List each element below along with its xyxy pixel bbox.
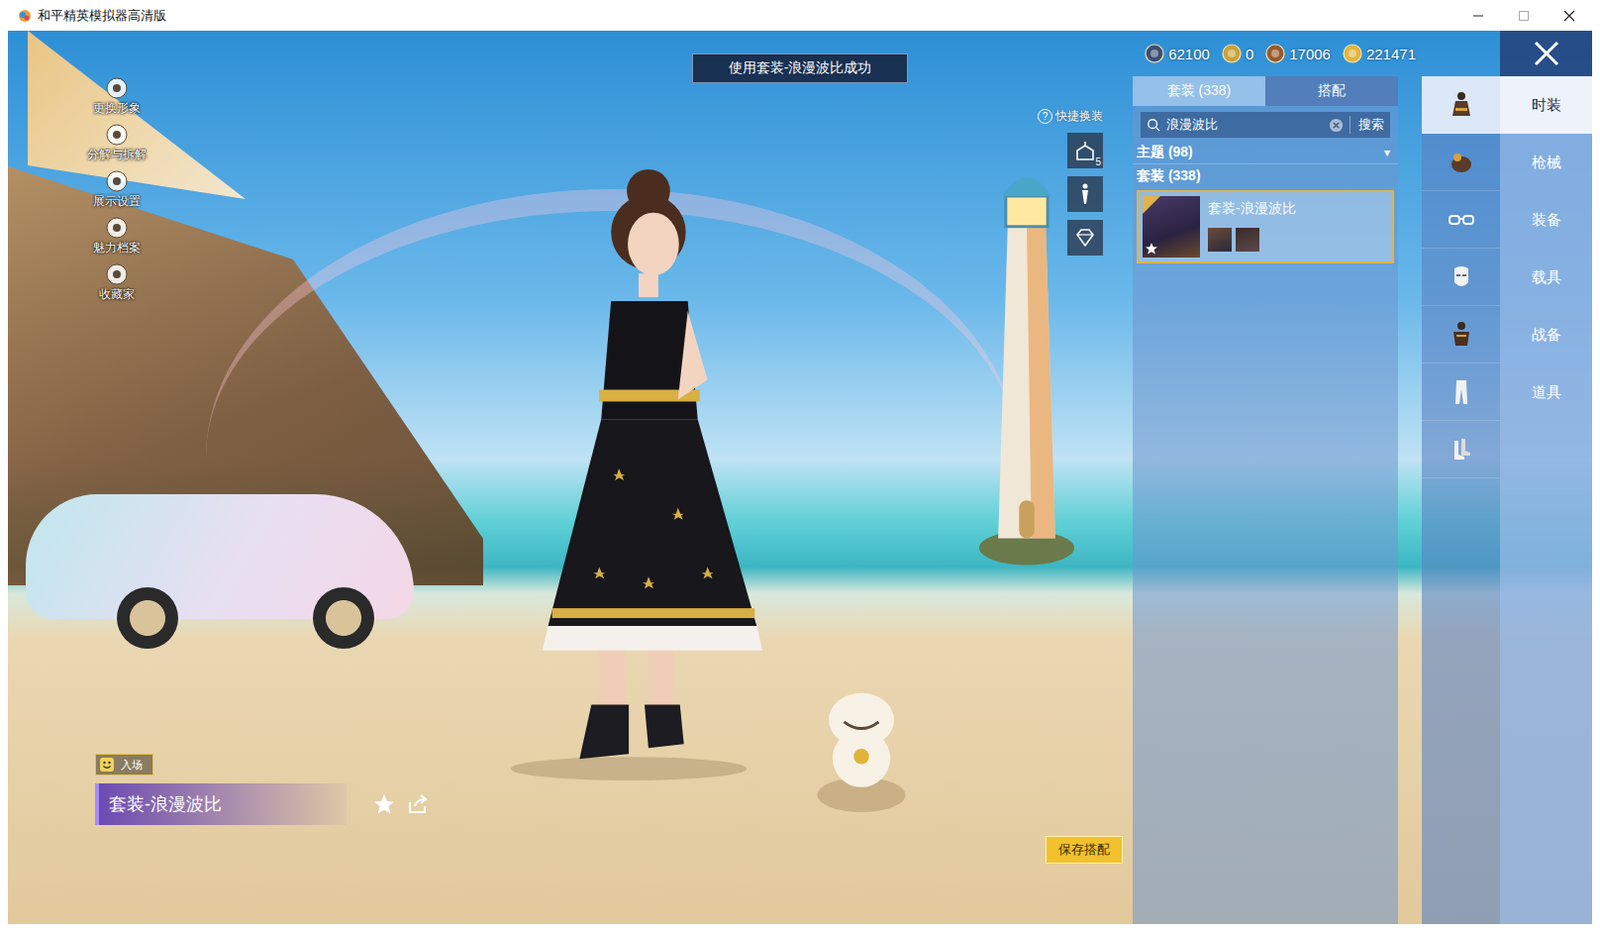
category-item[interactable] [1421, 305, 1500, 364]
currency: 0 [1221, 43, 1254, 64]
category-item[interactable] [1421, 133, 1500, 192]
coin-icon [1342, 43, 1363, 64]
quick-dress-badge: 5 [1095, 156, 1101, 168]
smile-icon [99, 756, 115, 773]
app-window: 和平精英模拟器高清版更换形象分解与拆解展示设置魅力档案收藏家 使用套装-浪漫波比成… [0, 0, 1600, 930]
clear-icon[interactable] [1328, 117, 1344, 133]
panel-tab[interactable]: 套装 (338) [1132, 76, 1266, 106]
star-icon[interactable] [372, 792, 397, 816]
stage: 更换形象分解与拆解展示设置魅力档案收藏家 使用套装-浪漫波比成功 ?快捷换装5 入场套… [7, 30, 1133, 924]
main-tab[interactable]: 时装 [1500, 76, 1593, 134]
menu-item[interactable]: 展示设置 [85, 169, 149, 210]
title-bar: 和平精英模拟器高清版 [7, 0, 1593, 31]
close-window-icon[interactable] [1546, 0, 1593, 31]
search-field[interactable]: 浪漫波比搜索 [1140, 111, 1391, 138]
pants-icon [1446, 377, 1477, 407]
category-item[interactable] [1421, 248, 1500, 306]
main-tabs: 时装枪械装备载具战备道具 [1500, 76, 1593, 924]
category-item[interactable] [1421, 420, 1500, 479]
item-thumbnail [1235, 227, 1260, 252]
category-item[interactable] [1421, 363, 1500, 421]
window-bottom-edge [7, 923, 1593, 930]
share-icon[interactable] [405, 792, 430, 816]
quick-dress: ?快捷换装5 [1037, 107, 1103, 256]
shoes-icon [1446, 434, 1477, 465]
star-icon [1144, 241, 1159, 256]
left-menu: 更换形象分解与拆解展示设置魅力档案收藏家 [85, 76, 149, 303]
menu-item-icon [104, 262, 129, 287]
main-tab[interactable]: 道具 [1500, 363, 1593, 421]
menu-item[interactable]: 魅力档案 [85, 215, 149, 257]
menu-item-icon [104, 122, 129, 147]
window-title: 和平精英模拟器高清版 [37, 6, 167, 25]
outfit-name: 套装-浪漫波比 [95, 783, 347, 825]
car-picture [25, 484, 414, 649]
main-tab[interactable]: 枪械 [1500, 133, 1593, 192]
top-icon [1446, 319, 1477, 350]
coin-icon [1221, 43, 1242, 64]
mask-icon [1446, 262, 1477, 293]
diamond-icon [1073, 225, 1098, 250]
category-column [1421, 76, 1500, 924]
search-button[interactable]: 搜索 [1349, 115, 1385, 134]
search-icon [1146, 117, 1161, 132]
currency: 221471 [1342, 43, 1416, 64]
close-icon [1531, 38, 1562, 69]
panel-tab[interactable]: 搭配 [1265, 76, 1399, 106]
minimize-icon[interactable] [1455, 0, 1501, 31]
currency-bar: 62100 0 17006 221471 [1132, 30, 1422, 77]
coin-icon [1265, 43, 1286, 64]
main-tab[interactable]: 战备 [1500, 305, 1593, 364]
outfit-thumbnail [1142, 196, 1200, 258]
outfit-card[interactable]: 套装-浪漫波比 [1136, 190, 1395, 264]
menu-item[interactable]: 更换形象 [85, 76, 149, 117]
quick-dress-button[interactable] [1067, 176, 1103, 212]
quick-dress-button[interactable] [1067, 219, 1103, 256]
hat-icon [1446, 147, 1477, 178]
check-icon [1142, 196, 1161, 214]
theme-filter[interactable]: 主题 (98)▾ [1132, 141, 1399, 165]
entrance-badge[interactable]: 入场 [95, 753, 154, 776]
menu-item[interactable]: 收藏家 [85, 262, 149, 303]
quick-dress-button[interactable]: 5 [1067, 132, 1103, 169]
menu-item-icon [104, 215, 129, 240]
lighthouse-picture [979, 153, 1075, 572]
help-icon[interactable]: ? [1037, 108, 1053, 124]
glasses-icon [1446, 204, 1477, 235]
currency: 17006 [1265, 43, 1331, 64]
current-outfit: 入场套装-浪漫波比 [95, 753, 430, 825]
menu-item-icon [104, 169, 129, 194]
maximize-icon[interactable] [1500, 0, 1547, 31]
outfit-icon [1446, 90, 1477, 120]
wardrobe-panel: 套装 (338)搭配浪漫波比搜索主题 (98)▾套装 (338)套装-浪漫波比 [1132, 76, 1399, 924]
pet-picture [811, 681, 911, 816]
game-area: 更换形象分解与拆解展示设置魅力档案收藏家使用套装-浪漫波比成功?快捷换装5入场套… [7, 30, 1593, 924]
section-title: 套装 (338) [1132, 164, 1399, 189]
coin-icon [1144, 43, 1165, 64]
currency: 62100 [1144, 43, 1210, 64]
menu-item-icon [104, 76, 129, 100]
category-item[interactable] [1421, 191, 1500, 249]
character-picture [500, 153, 778, 784]
save-button[interactable]: 保存搭配 [1045, 835, 1123, 864]
hanger-icon [1073, 138, 1098, 163]
menu-item[interactable]: 分解与拆解 [85, 122, 149, 164]
app-logo-icon [17, 8, 32, 23]
item-thumbnail [1207, 227, 1232, 252]
main-tab[interactable]: 载具 [1500, 248, 1593, 306]
main-tab[interactable]: 装备 [1500, 191, 1593, 249]
close-button[interactable] [1500, 30, 1593, 77]
toast-message: 使用套装-浪漫波比成功 [692, 53, 908, 84]
category-item[interactable] [1421, 76, 1500, 134]
figure-icon [1073, 182, 1098, 206]
